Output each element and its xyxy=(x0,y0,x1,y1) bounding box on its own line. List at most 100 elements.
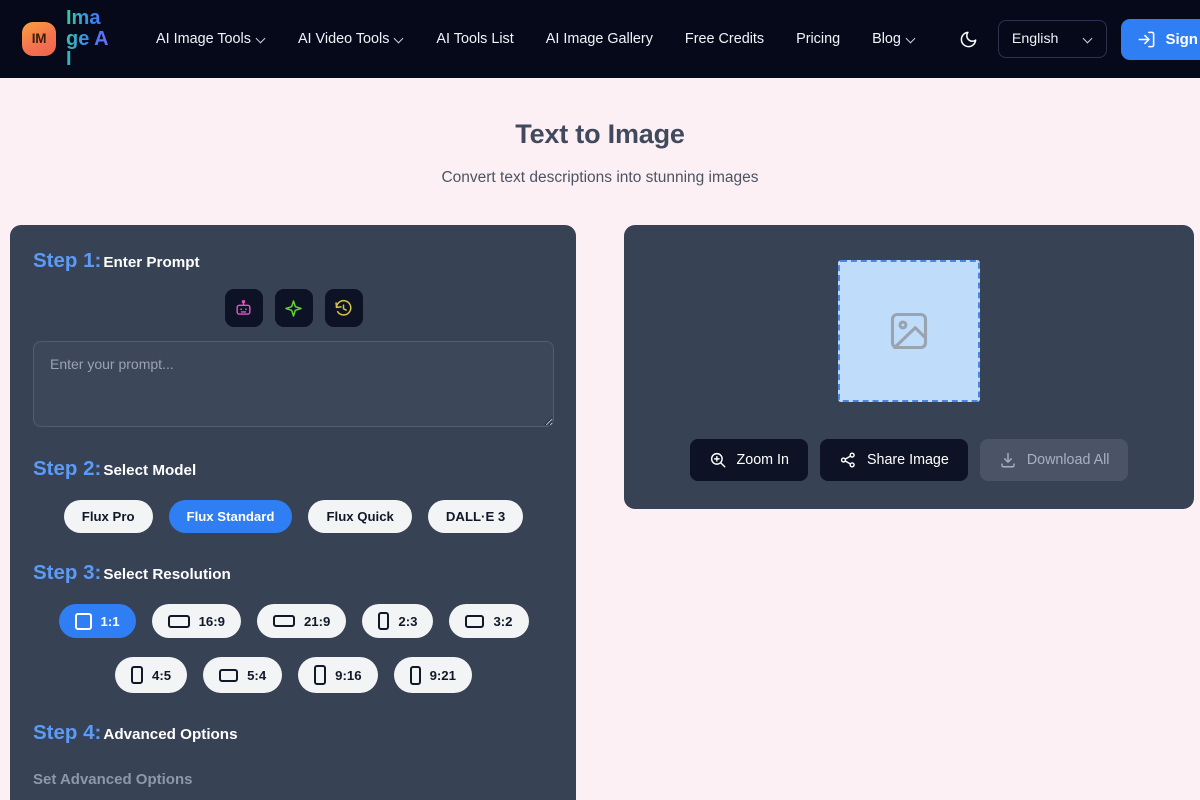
nav-item-ai-video-tools[interactable]: AI Video Tools xyxy=(282,23,420,55)
brand-logo[interactable]: IM Image AI xyxy=(22,8,112,69)
resolution-chip-2-3[interactable]: 2:3 xyxy=(362,604,434,638)
sign-in-label: Sign In xyxy=(1165,30,1200,48)
step4-section: Step 4: Advanced Options Set Advanced Op… xyxy=(33,721,554,788)
resolution-label: 16:9 xyxy=(198,613,225,629)
brand-mark-icon: IM xyxy=(22,21,56,56)
download-all-button[interactable]: Download All xyxy=(979,439,1129,481)
advanced-options-toggle[interactable]: Set Advanced Options xyxy=(33,771,554,788)
resolution-label: 5:4 xyxy=(247,667,267,683)
resolution-chip-4-5[interactable]: 4:5 xyxy=(115,657,188,693)
download-icon xyxy=(1001,452,1015,468)
model-chip-dalle-3[interactable]: DALL·E 3 xyxy=(427,500,524,533)
zoom-in-label: Zoom In xyxy=(736,452,789,468)
share-image-label: Share Image xyxy=(866,452,949,468)
step2-number: Step 2: xyxy=(33,457,102,480)
nav-label: AI Image Gallery xyxy=(545,31,653,47)
model-label: Flux Standard xyxy=(186,509,275,524)
portrait-ratio-icon xyxy=(378,612,390,630)
nav-label: Blog xyxy=(872,31,901,47)
nav-label: AI Image Tools xyxy=(156,31,251,47)
step2-label: Select Model xyxy=(103,462,197,479)
step3-heading: Step 3: Select Resolution xyxy=(33,561,554,585)
language-value: English xyxy=(1011,31,1059,47)
history-icon xyxy=(335,299,352,316)
header-actions: English Sign In xyxy=(954,18,1200,60)
resolution-label: 21:9 xyxy=(303,613,331,629)
landscape-ratio-icon xyxy=(167,614,190,628)
nav-item-pricing[interactable]: Pricing xyxy=(780,23,856,55)
portrait-ratio-icon xyxy=(314,665,327,685)
step2-heading: Step 2: Select Model xyxy=(33,457,554,481)
resolution-chip-16-9[interactable]: 16:9 xyxy=(151,604,241,638)
enhance-prompt-button[interactable] xyxy=(274,289,313,327)
step1-heading: Step 1: Enter Prompt xyxy=(33,249,554,273)
resolution-chip-1-1[interactable]: 1:1 xyxy=(58,604,136,638)
model-chip-flux-standard[interactable]: Flux Standard xyxy=(168,500,293,533)
step1-number: Step 1: xyxy=(33,249,102,272)
resolution-label: 3:2 xyxy=(493,613,513,629)
page-title: Text to Image xyxy=(515,119,685,149)
preview-action-row: Zoom In Share Image Download All xyxy=(689,439,1129,481)
resolution-chip-3-2[interactable]: 3:2 xyxy=(449,604,529,638)
nav-item-free-credits[interactable]: Free Credits xyxy=(669,23,780,55)
ai-assistant-button[interactable] xyxy=(224,289,263,327)
sparkle-icon xyxy=(285,299,302,317)
share-image-button[interactable]: Share Image xyxy=(819,439,968,481)
step3-number: Step 3: xyxy=(33,561,102,584)
nav-label: Pricing xyxy=(796,31,841,47)
site-header: IM Image AI AI Image Tools AI Video Tool… xyxy=(0,0,1200,78)
resolution-label: 9:21 xyxy=(429,667,456,683)
zoom-in-icon xyxy=(710,452,725,468)
nav-item-ai-image-tools[interactable]: AI Image Tools xyxy=(140,23,282,55)
share-icon xyxy=(840,452,855,468)
nav-item-ai-tools-list[interactable]: AI Tools List xyxy=(420,23,529,55)
preview-panel: Zoom In Share Image Download All xyxy=(624,225,1194,509)
chevron-down-icon xyxy=(257,34,266,43)
step4-number: Step 4: xyxy=(33,721,102,744)
resolution-label: 2:3 xyxy=(398,613,418,629)
nav-label: Free Credits xyxy=(684,31,765,47)
sign-in-button[interactable]: Sign In xyxy=(1121,18,1200,60)
resolution-chip-21-9[interactable]: 21:9 xyxy=(256,604,347,638)
nav-item-ai-image-gallery[interactable]: AI Image Gallery xyxy=(530,23,669,55)
resolution-chip-9-16[interactable]: 9:16 xyxy=(298,657,378,693)
landscape-ratio-icon xyxy=(272,615,295,627)
step3-label: Select Resolution xyxy=(103,566,231,583)
resolution-label: 9:16 xyxy=(335,667,362,683)
robot-icon xyxy=(236,299,251,315)
square-ratio-icon xyxy=(74,612,92,630)
portrait-ratio-icon xyxy=(409,665,421,685)
landscape-ratio-icon xyxy=(219,668,239,682)
language-selector[interactable]: English xyxy=(997,20,1108,58)
model-chip-flux-pro[interactable]: Flux Pro xyxy=(63,500,153,533)
theme-toggle-button[interactable] xyxy=(954,24,984,54)
nav-item-blog[interactable]: Blog xyxy=(856,23,932,55)
image-placeholder-icon xyxy=(890,312,928,350)
resolution-chip-row-2: 4:5 5:4 9:16 9:21 xyxy=(33,657,554,693)
resolution-chip-9-21[interactable]: 9:21 xyxy=(393,657,472,693)
chevron-down-icon xyxy=(907,34,916,43)
preview-area: Zoom In Share Image Download All xyxy=(644,245,1174,489)
prompt-history-button[interactable] xyxy=(324,289,363,327)
nav-label: AI Video Tools xyxy=(297,31,390,47)
model-chip-flux-quick[interactable]: Flux Quick xyxy=(308,500,412,533)
moon-icon xyxy=(961,31,977,47)
prompt-input[interactable] xyxy=(33,341,554,427)
prompt-tool-buttons xyxy=(33,289,554,327)
portrait-ratio-icon xyxy=(131,666,144,684)
image-drop-placeholder[interactable] xyxy=(838,260,980,402)
resolution-label: 1:1 xyxy=(100,613,120,629)
nav-label: AI Tools List xyxy=(436,31,514,47)
resolution-chip-row-1: 1:1 16:9 21:9 2:3 3:2 xyxy=(33,604,554,638)
resolution-chip-5-4[interactable]: 5:4 xyxy=(203,657,283,693)
brand-name: Image AI xyxy=(66,8,112,69)
page-heading-block: Text to Image Convert text descriptions … xyxy=(0,78,1200,187)
resolution-label: 4:5 xyxy=(152,667,172,683)
model-label: Flux Pro xyxy=(81,509,135,524)
model-label: Flux Quick xyxy=(326,509,394,524)
landscape-ratio-icon xyxy=(465,614,485,628)
zoom-in-button[interactable]: Zoom In xyxy=(689,439,808,481)
generator-form-panel: Step 1: Enter Prompt Enter your prompt..… xyxy=(10,225,576,800)
main-content: Step 1: Enter Prompt Enter your prompt..… xyxy=(0,187,1200,800)
chevron-down-icon xyxy=(1084,34,1093,43)
